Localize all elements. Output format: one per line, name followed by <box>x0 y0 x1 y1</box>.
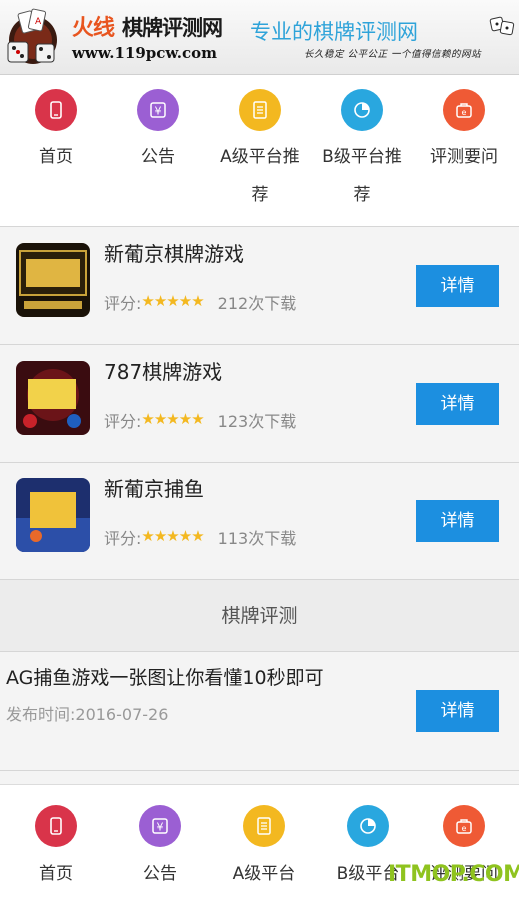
nav-a-platform[interactable]: A级平台推荐 <box>208 75 312 214</box>
yen-icon: ¥ <box>139 805 181 847</box>
game-name: 新葡京棋牌游戏 <box>104 242 244 266</box>
brand-name-highlight: 火线 <box>72 16 115 41</box>
slogan: 专业的棋牌评测网 <box>250 20 418 44</box>
nav-label: 首页 <box>39 147 73 167</box>
download-count: 113次下载 <box>217 529 297 548</box>
rating-label: 评分: <box>104 529 142 548</box>
phone-icon <box>35 805 77 847</box>
brand-name: 棋牌评测网 <box>122 16 223 40</box>
watermark: ITMOP.COM <box>388 862 519 887</box>
document-icon <box>243 805 285 847</box>
game-name: 787棋牌游戏 <box>104 360 223 384</box>
casino-logo-icon: A <box>7 8 57 64</box>
article-date: 发布时间:2016-07-26 <box>6 705 169 724</box>
nav-announcements[interactable]: ¥ 公告 <box>106 75 210 176</box>
nav-b-platform[interactable]: B级平台推荐 <box>310 75 414 214</box>
details-button[interactable]: 详情 <box>416 690 499 732</box>
svg-text:¥: ¥ <box>157 821 164 834</box>
yen-icon: ¥ <box>137 89 179 131</box>
tab-announcements[interactable]: ¥ 公告 <box>108 785 212 884</box>
details-button[interactable]: 详情 <box>416 265 499 307</box>
nav-label: B级平台推荐 <box>322 147 402 205</box>
svg-text:A: A <box>35 17 42 27</box>
nav-label: A级平台推荐 <box>220 147 300 205</box>
game-meta: 评分:★★★★★ 113次下载 <box>104 525 296 549</box>
game-meta: 评分:★★★★★ 123次下载 <box>104 408 296 432</box>
rating-stars: ★★★★★ <box>141 410 204 428</box>
details-button[interactable]: 详情 <box>416 383 499 425</box>
game-thumbnail <box>16 243 90 317</box>
game-thumbnail <box>16 361 90 435</box>
top-nav: 首页 ¥ 公告 A级平台推荐 B级平台推荐 e 评测要问 <box>0 75 519 227</box>
nav-label: 评测要问 <box>430 147 498 167</box>
tab-label: A级平台 <box>232 864 296 884</box>
pie-chart-icon <box>347 805 389 847</box>
e-bag-icon: e <box>443 89 485 131</box>
svg-text:e: e <box>462 108 467 117</box>
nav-faq[interactable]: e 评测要问 <box>412 75 516 176</box>
rating-stars: ★★★★★ <box>141 292 204 310</box>
game-list-item[interactable]: 新葡京棋牌游戏 评分:★★★★★ 212次下载 详情 <box>0 228 519 345</box>
download-count: 212次下载 <box>217 294 297 313</box>
brand-url: www.119pcw.com <box>72 44 218 62</box>
game-meta: 评分:★★★★★ 212次下载 <box>104 290 296 314</box>
document-icon <box>239 89 281 131</box>
game-list-item[interactable]: 新葡京捕鱼 评分:★★★★★ 113次下载 详情 <box>0 463 519 580</box>
e-bag-icon: e <box>443 805 485 847</box>
game-thumbnail <box>16 478 90 552</box>
svg-text:¥: ¥ <box>155 105 162 118</box>
game-name: 新葡京捕鱼 <box>104 477 204 501</box>
svg-text:e: e <box>462 824 467 833</box>
nav-label: 公告 <box>141 147 175 167</box>
tab-label: 公告 <box>143 864 177 884</box>
tab-home[interactable]: 首页 <box>4 785 108 884</box>
section-title: 棋牌评测 <box>0 580 519 652</box>
article-list-item[interactable]: AG捕鱼游戏一张图让你看懂10秒即可 发布时间:2016-07-26 详情 <box>0 653 519 771</box>
download-count: 123次下载 <box>217 412 297 431</box>
tab-label: 首页 <box>39 864 73 884</box>
rating-stars: ★★★★★ <box>141 527 204 545</box>
rating-label: 评分: <box>104 294 142 313</box>
slogan-subtitle: 长久稳定 公平公正 一个值得信赖的网站 <box>304 49 482 60</box>
details-button[interactable]: 详情 <box>416 500 499 542</box>
pie-chart-icon <box>341 89 383 131</box>
phone-icon <box>35 89 77 131</box>
article-title: AG捕鱼游戏一张图让你看懂10秒即可 <box>6 667 324 689</box>
tab-a-platform[interactable]: A级平台 <box>212 785 316 884</box>
site-header: A 火线 棋牌评测网 www.119pcw.com 专业的棋牌评测网 长久稳定 … <box>0 0 519 75</box>
rating-label: 评分: <box>104 412 142 431</box>
game-list-item[interactable]: 787棋牌游戏 评分:★★★★★ 123次下载 详情 <box>0 346 519 463</box>
dice-icon <box>489 16 515 36</box>
nav-home[interactable]: 首页 <box>4 75 108 176</box>
